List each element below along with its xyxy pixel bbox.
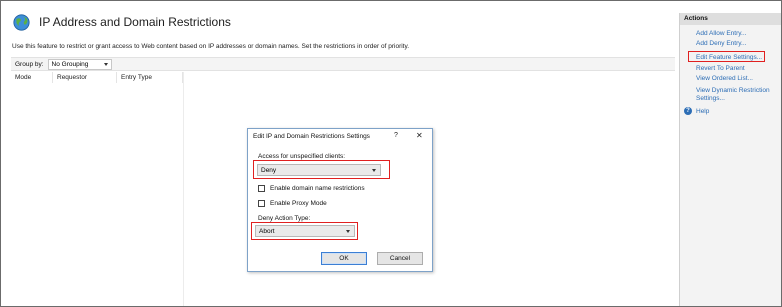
list-divider [183, 72, 184, 306]
groupby-label: Group by: [15, 60, 44, 68]
close-icon[interactable]: ✕ [416, 131, 423, 140]
view-dynamic-restriction-link[interactable]: View Dynamic Restriction [696, 87, 770, 95]
enable-proxy-checkbox[interactable] [258, 200, 265, 207]
window-frame: IP Address and Domain Restrictions Use t… [0, 0, 782, 307]
list-header: Mode Requestor Entry Type [11, 72, 183, 83]
title-row: IP Address and Domain Restrictions [13, 11, 231, 33]
highlight-box-edit-feature [688, 51, 765, 62]
groupby-value: No Grouping [51, 60, 89, 68]
actions-title: Actions [680, 13, 781, 25]
edit-restrictions-dialog: Edit IP and Domain Restrictions Settings… [247, 128, 433, 272]
help-row[interactable]: ? Help [684, 107, 709, 115]
enable-domain-label: Enable domain name restrictions [270, 185, 365, 192]
enable-domain-checkbox[interactable] [258, 185, 265, 192]
ok-button[interactable]: OK [321, 252, 367, 265]
dialog-help-button[interactable]: ? [394, 132, 398, 139]
page-title: IP Address and Domain Restrictions [39, 15, 231, 29]
enable-proxy-label: Enable Proxy Mode [270, 200, 327, 207]
column-header-entry-type[interactable]: Entry Type [117, 72, 183, 83]
enable-proxy-row[interactable]: Enable Proxy Mode [258, 200, 327, 207]
chevron-down-icon [103, 62, 108, 66]
view-ordered-list-link[interactable]: View Ordered List... [696, 75, 753, 83]
revert-to-parent-link[interactable]: Revert To Parent [696, 65, 745, 73]
feature-description: Use this feature to restrict or grant ac… [12, 43, 410, 50]
add-allow-entry-link[interactable]: Add Allow Entry... [696, 30, 746, 38]
actions-pane: Actions Add Allow Entry... Add Deny Entr… [679, 13, 781, 306]
access-label: Access for unspecified clients: [258, 153, 346, 160]
highlight-box-deny-action [251, 222, 358, 240]
groupby-select[interactable]: No Grouping [47, 58, 112, 70]
globe-icon [13, 13, 30, 31]
cancel-button[interactable]: Cancel [377, 252, 423, 265]
groupby-toolbar: Group by: No Grouping [11, 57, 675, 71]
column-header-requestor[interactable]: Requestor [53, 72, 117, 83]
highlight-box-access [253, 160, 390, 179]
help-link[interactable]: Help [696, 108, 709, 115]
column-header-mode[interactable]: Mode [11, 72, 53, 83]
add-deny-entry-link[interactable]: Add Deny Entry... [696, 40, 746, 48]
enable-domain-row[interactable]: Enable domain name restrictions [258, 185, 365, 192]
deny-action-label: Deny Action Type: [258, 215, 311, 222]
dialog-title: Edit IP and Domain Restrictions Settings [253, 133, 370, 140]
help-icon: ? [684, 107, 692, 115]
view-dynamic-restriction-settings-link[interactable]: Settings... [696, 95, 725, 103]
